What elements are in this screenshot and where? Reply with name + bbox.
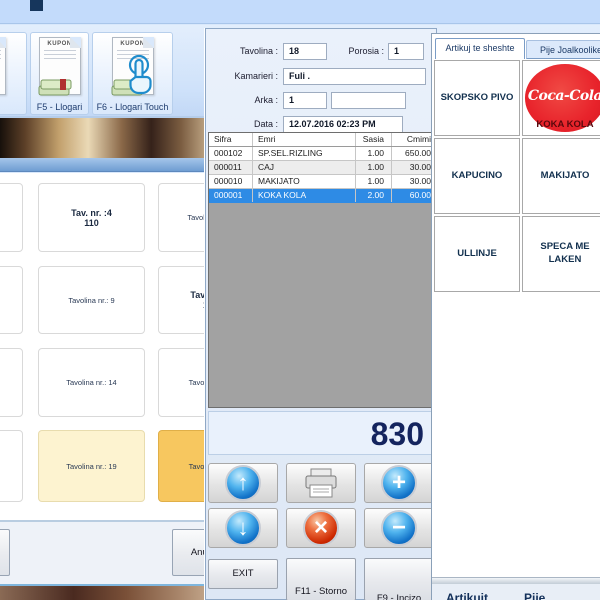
desktop-strip [0, 584, 210, 600]
total-display: 830 [208, 411, 435, 455]
section-bar [0, 158, 210, 172]
table-button-partial[interactable] [0, 348, 23, 417]
header-sifra: Sifra [209, 133, 253, 146]
product-speca-me-laken[interactable]: SPECA ME LAKEN [522, 216, 600, 292]
window-chip [30, 0, 43, 11]
product-koka-kola[interactable]: Coca-Cola KOKA KOLA [522, 60, 600, 136]
kamarieri-label: Kamarieri : [206, 71, 278, 81]
toolbar-button-label: Touch [0, 102, 26, 112]
tab-artikuj-te-sheshte[interactable]: Artikuj te sheshte [435, 38, 525, 59]
exit-button[interactable]: EXIT [208, 559, 278, 589]
arrow-up-icon: ↑ [225, 465, 261, 501]
arka-field-2[interactable] [331, 92, 406, 109]
data-label: Data : [206, 119, 278, 129]
move-down-button[interactable]: ↓ [208, 508, 278, 548]
product-skopsko-pivo[interactable]: SKOPSKO PIVO [434, 60, 520, 136]
table-row-selected[interactable]: 000001 KOKA KOLA 2.00 60.00 [209, 189, 434, 203]
product-kapucino[interactable]: KAPUCINO [434, 138, 520, 214]
kamarieri-field[interactable]: Fuli . [283, 68, 426, 85]
print-button[interactable] [286, 463, 356, 503]
porosia-field[interactable]: 1 [388, 43, 424, 60]
toolbar-button-label: F5 - Llogari [31, 102, 88, 112]
arka-field[interactable]: 1 [283, 92, 327, 109]
product-makijato[interactable]: MAKIJATO [522, 138, 600, 214]
cancel-button[interactable]: × [286, 508, 356, 548]
add-item-button[interactable]: + [364, 463, 434, 503]
printer-icon [303, 468, 339, 499]
banner-image [0, 118, 210, 158]
storno-button[interactable]: F11 - Storno [286, 558, 356, 600]
data-field[interactable]: 12.07.2016 02:23 PM [283, 116, 403, 133]
remove-item-button[interactable]: − [364, 508, 434, 548]
product-ullinje[interactable]: ULLINJE [434, 216, 520, 292]
move-up-button[interactable]: ↑ [208, 463, 278, 503]
incizo-button[interactable]: F9 - Incizo [364, 558, 434, 600]
table-button-19[interactable]: Tavolina nr.: 19 [38, 430, 145, 502]
header-emri: Emri [253, 133, 356, 146]
header-cmimi: Cmimi [392, 133, 434, 146]
table-button-9[interactable]: Tavolina nr.: 9 [38, 266, 145, 334]
toolbar-button-partial[interactable]: KUPON Touch [0, 32, 27, 115]
bottom-label-pije: Pije [524, 591, 545, 600]
product-label: KOKA KOLA [523, 119, 600, 132]
panel-bottom-strip: Artikujt Pije [432, 584, 600, 600]
table-header-row: Sifra Emri Sasia Cmimi [209, 133, 434, 147]
tavolina-label: Tavolina : [206, 46, 278, 56]
bottom-label-artikujt: Artikujt [446, 591, 488, 600]
coca-cola-script-text: Coca-Cola [523, 87, 600, 106]
plus-icon: + [381, 465, 417, 501]
kupon-document-icon: KUPON [39, 37, 81, 95]
order-panel: Tavolina : 18 Porosia : 1 Kamarieri : Fu… [205, 28, 437, 600]
table-row[interactable]: 000102 SP.SEL.RIZLING 1.00 650.00 [209, 147, 434, 161]
articles-panel: Artikuj te sheshte Pije Joalkoolike SKOP… [431, 33, 600, 600]
panel-divider [432, 577, 600, 584]
order-items-table: Sifra Emri Sasia Cmimi 000102 SP.SEL.RIZ… [208, 132, 435, 408]
tables-grid: Tav. nr. :4 110 Tavolina nr.: 9 Tavolina… [0, 173, 210, 520]
titlebar [0, 0, 600, 24]
cancel-icon: × [303, 510, 339, 546]
header-sasia: Sasia [356, 133, 392, 146]
porosia-label: Porosia : [312, 46, 384, 56]
table-button-partial[interactable] [0, 266, 23, 334]
touch-hand-icon [123, 54, 157, 96]
table-button-partial[interactable] [0, 430, 23, 502]
bottom-action-bar: Anulo [0, 520, 210, 584]
pos-app: KUPON Touch KUPON [0, 0, 600, 600]
table-button-partial[interactable] [0, 183, 23, 252]
money-icon [36, 74, 74, 98]
arrow-down-icon: ↓ [225, 510, 261, 546]
kupon-document-icon: KUPON [112, 37, 154, 95]
toolbar-button-label: F6 - Llogari Touch [93, 102, 172, 112]
minus-icon: − [381, 510, 417, 546]
table-row[interactable]: 000011 CAJ 1.00 30.00 [209, 161, 434, 175]
arka-label: Arka : [206, 95, 278, 105]
toolbar-button-f6-llogari-touch[interactable]: KUPON F6 - Llogari Touch [92, 32, 173, 115]
toolbar-button-f5-llogari[interactable]: KUPON F5 - Llogari [30, 32, 89, 115]
kupon-document-icon: KUPON [0, 37, 6, 95]
table-row[interactable]: 000010 MAKIJATO 1.00 30.00 [209, 175, 434, 189]
tab-pije-joalkoolike[interactable]: Pije Joalkoolike [526, 40, 600, 59]
table-button-14[interactable]: Tavolina nr.: 14 [38, 348, 145, 417]
bottom-button-partial[interactable] [0, 529, 10, 576]
table-button-4[interactable]: Tav. nr. :4 110 [38, 183, 145, 252]
